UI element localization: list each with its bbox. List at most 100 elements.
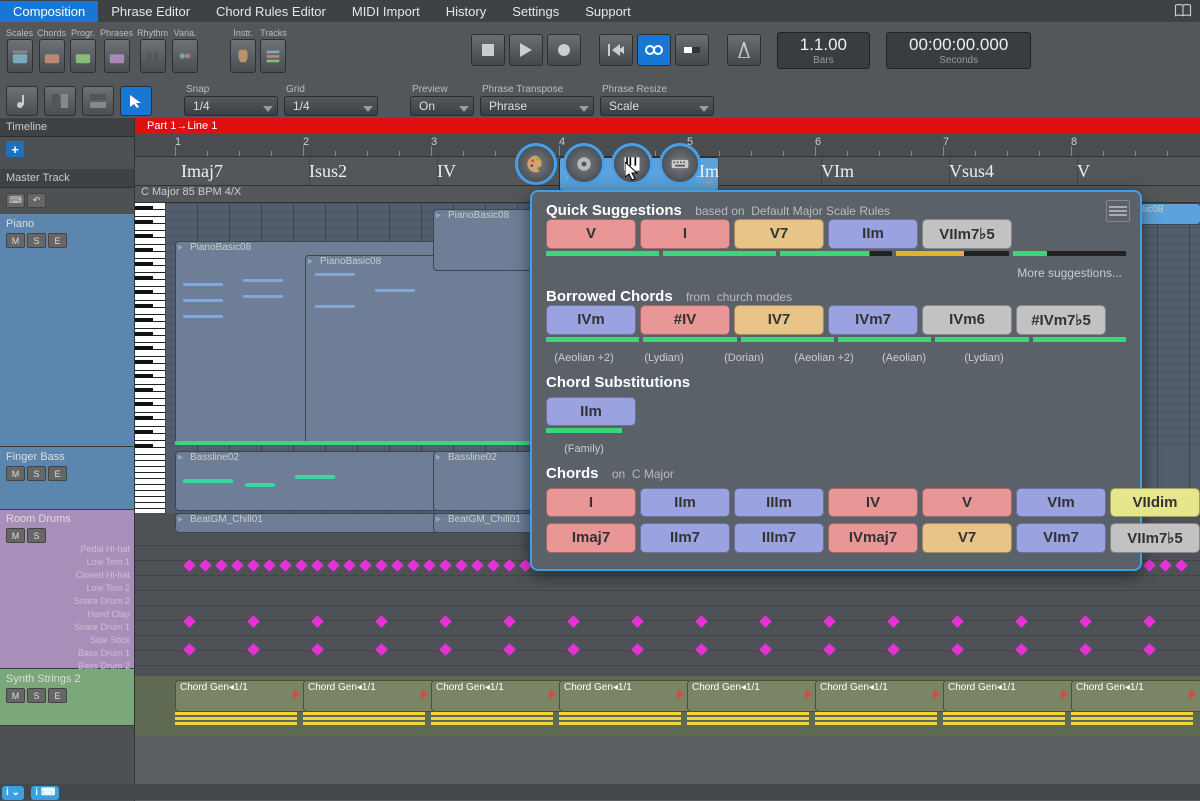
menu-midi-import[interactable]: MIDI Import [339, 1, 433, 22]
menu-settings[interactable]: Settings [499, 1, 572, 22]
chord-suggestion-button[interactable]: VIIm7♭5 [1110, 523, 1200, 553]
menu-phrase-editor[interactable]: Phrase Editor [98, 1, 203, 22]
mode-button[interactable] [675, 34, 709, 66]
metronome-button[interactable] [727, 34, 761, 66]
synth-clip[interactable]: Chord Gen◂1/1 [175, 680, 307, 712]
pointer-tool-button[interactable] [120, 86, 152, 116]
synth-clip[interactable]: Chord Gen◂1/1 [815, 680, 947, 712]
chord-suggestion-button[interactable]: IV7 [734, 305, 824, 335]
phrase-resize-select[interactable]: Scale [600, 96, 714, 116]
menu-support[interactable]: Support [572, 1, 644, 22]
popup-menu-icon[interactable] [1106, 200, 1130, 222]
chord-suggestion-button[interactable]: IIIm [734, 488, 824, 517]
chord-suggestion-button[interactable]: #IVm7♭5 [1016, 305, 1106, 335]
synth-clip[interactable]: Chord Gen◂1/1 [687, 680, 819, 712]
synth-edit[interactable]: E [48, 688, 67, 703]
chord-suggestion-button[interactable]: IIm [640, 488, 730, 517]
chord-suggestion-button[interactable]: IV [828, 488, 918, 517]
piano-edit[interactable]: E [48, 233, 67, 248]
gear-icon[interactable] [563, 143, 605, 185]
tool-variations[interactable] [172, 39, 198, 73]
phrase-transpose-select[interactable]: Phrase [480, 96, 594, 116]
palette-icon[interactable] [515, 143, 557, 185]
note-tool-button[interactable] [6, 86, 38, 116]
chord-suggestion-button[interactable]: I [640, 219, 730, 249]
chord-suggestion-button[interactable]: V7 [922, 523, 1012, 553]
tool-tracks[interactable] [260, 39, 286, 73]
keyboard-icon[interactable] [659, 143, 701, 185]
chord-cell[interactable]: Isus2 [303, 157, 438, 185]
chord-suggestion-button[interactable]: VIm [1016, 488, 1106, 517]
info-button-2[interactable]: i ⌨ [31, 786, 59, 800]
synth-clip[interactable]: Chord Gen◂1/1 [559, 680, 691, 712]
bass-solo[interactable]: S [27, 466, 46, 481]
tool-chords[interactable] [39, 39, 65, 73]
chord-suggestion-button[interactable]: V [922, 488, 1012, 517]
drums-solo[interactable]: S [27, 528, 46, 543]
chord-cell[interactable]: Imaj7 [175, 157, 310, 185]
drum-lane[interactable] [135, 621, 1200, 636]
chord-cell[interactable]: Vsus4 [943, 157, 1078, 185]
help-book-icon[interactable] [1174, 3, 1192, 19]
master-revert-icon[interactable]: ↶ [27, 193, 46, 208]
chord-cell[interactable]: IIm [687, 157, 822, 185]
tool-phrases[interactable] [104, 39, 130, 73]
synth-clip[interactable]: Chord Gen◂1/1 [303, 680, 435, 712]
chord-suggestion-button[interactable]: V [546, 219, 636, 249]
master-keyboard-icon[interactable]: ⌨ [6, 193, 25, 208]
preview-select[interactable]: On [410, 96, 474, 116]
chord-suggestion-button[interactable]: IVm6 [922, 305, 1012, 335]
drum-lane[interactable] [135, 576, 1200, 591]
chord-suggestion-button[interactable]: Imaj7 [546, 523, 636, 553]
play-button[interactable] [509, 34, 543, 66]
chord-cell[interactable]: V [1071, 157, 1200, 185]
drum-lane[interactable] [135, 636, 1200, 651]
synth-area[interactable]: Chord Gen◂1/1Chord Gen◂1/1Chord Gen◂1/1C… [135, 676, 1200, 736]
stop-button[interactable] [471, 34, 505, 66]
chord-suggestion-button[interactable]: VIIm7♭5 [922, 219, 1012, 249]
chord-suggestion-button[interactable]: IVmaj7 [828, 523, 918, 553]
bass-edit[interactable]: E [48, 466, 67, 481]
tool-scales[interactable] [7, 39, 33, 73]
drums-mute[interactable]: M [6, 528, 25, 543]
snap-select[interactable]: 1/4 [184, 96, 278, 116]
chord-suggestion-button[interactable]: #IV [640, 305, 730, 335]
bars-counter[interactable]: 1.1.00 Bars [777, 32, 870, 69]
chord-suggestion-button[interactable]: IIm7 [640, 523, 730, 553]
synth-clip[interactable]: Chord Gen◂1/1 [1071, 680, 1200, 712]
track-header-piano[interactable]: Piano M S E [0, 214, 134, 447]
part-bar[interactable]: Part 1→Line 1 [135, 118, 1200, 134]
synth-solo[interactable]: S [27, 688, 46, 703]
track-header-synth[interactable]: Synth Strings 2 M S E [0, 669, 134, 726]
track-header-drums[interactable]: Room Drums M S Pedal Hi-hatLow Tom 1Clos… [0, 510, 134, 669]
info-button-1[interactable]: i ⌄ [2, 786, 24, 800]
chord-suggestion-button[interactable]: VIm7 [1016, 523, 1106, 553]
bass-mute[interactable]: M [6, 466, 25, 481]
more-suggestions-link[interactable]: More suggestions... [550, 266, 1122, 280]
track-header-bass[interactable]: Finger Bass M S E [0, 447, 134, 510]
chord-suggestion-button[interactable]: I [546, 488, 636, 517]
add-timeline-button[interactable]: + [6, 141, 24, 157]
synth-clip[interactable]: Chord Gen◂1/1 [431, 680, 563, 712]
synth-clip[interactable]: Chord Gen◂1/1 [943, 680, 1075, 712]
view-button-2[interactable] [82, 86, 114, 116]
drum-lane[interactable] [135, 591, 1200, 606]
chord-suggestion-button[interactable]: IVm7 [828, 305, 918, 335]
chord-suggestion-button[interactable]: IIm [546, 397, 636, 426]
view-button-1[interactable] [44, 86, 76, 116]
chord-suggestion-button[interactable]: VIIdim [1110, 488, 1200, 517]
grid-select[interactable]: 1/4 [284, 96, 378, 116]
drum-clip-1[interactable]: BeatGM_Chill01 [175, 513, 441, 533]
seconds-counter[interactable]: 00:00:00.000 Seconds [886, 32, 1031, 69]
chord-suggestion-button[interactable]: IIm [828, 219, 918, 249]
chord-suggestion-button[interactable]: V7 [734, 219, 824, 249]
synth-mute[interactable]: M [6, 688, 25, 703]
menu-composition[interactable]: Composition [0, 1, 98, 22]
piano-mute[interactable]: M [6, 233, 25, 248]
chord-suggestion-button[interactable]: IVm [546, 305, 636, 335]
drum-lane[interactable] [135, 651, 1200, 666]
menu-chord-rules[interactable]: Chord Rules Editor [203, 1, 339, 22]
drum-lane[interactable] [135, 606, 1200, 621]
rewind-button[interactable] [599, 34, 633, 66]
tool-instruments[interactable] [230, 39, 256, 73]
